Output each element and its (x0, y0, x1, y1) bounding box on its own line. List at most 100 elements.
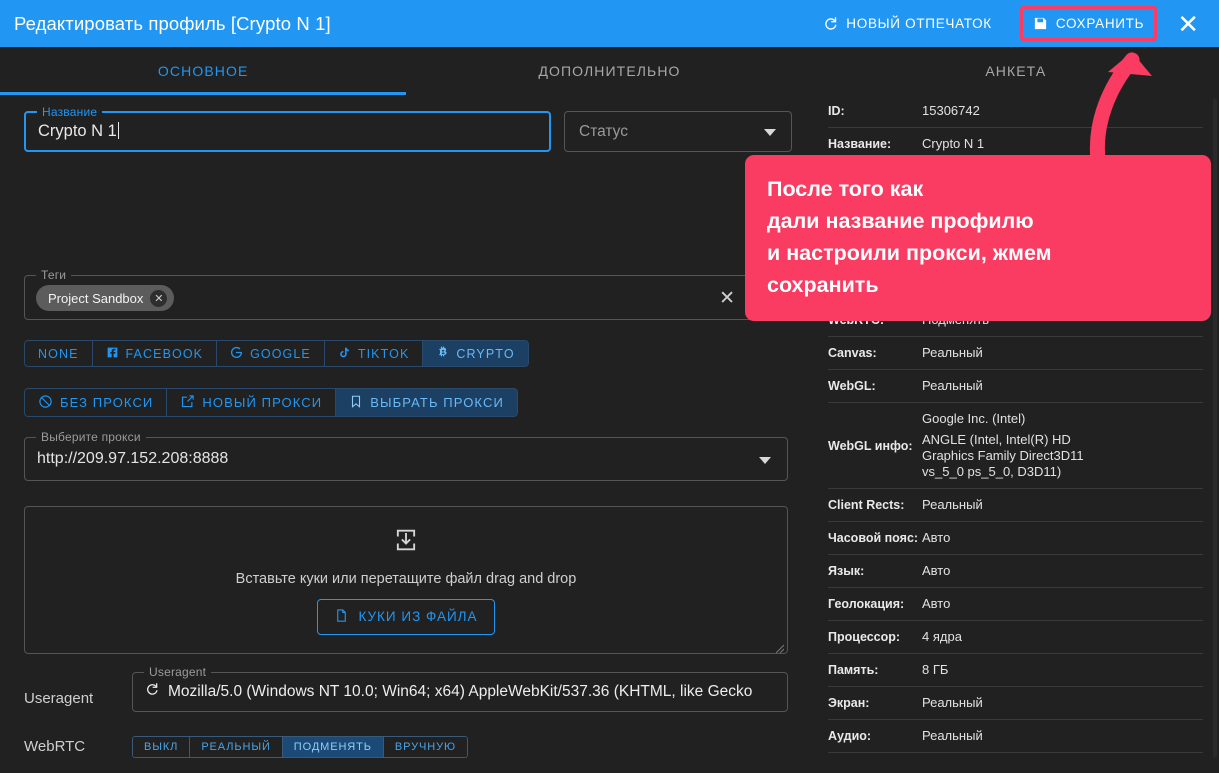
info-row-geolocation: Геолокация: Авто (828, 588, 1203, 621)
platform-option-facebook[interactable]: FACEBOOK (93, 340, 218, 367)
google-icon (230, 346, 243, 362)
useragent-field[interactable]: Useragent Mozilla/5.0 (Windows NT 10.0; … (132, 672, 788, 712)
info-key: Аудио: (828, 728, 922, 744)
no-proxy-icon (38, 394, 53, 412)
proxy-mode-label: НОВЫЙ ПРОКСИ (202, 395, 322, 410)
option-label: ПОДМЕНЯТЬ (294, 741, 372, 753)
info-key: Язык: (828, 563, 922, 579)
new-fingerprint-label: НОВЫЙ ОТПЕЧАТОК (846, 16, 992, 31)
tags-legend: Теги (36, 268, 71, 282)
info-key: Экран: (828, 695, 922, 711)
platform-label: GOOGLE (250, 347, 311, 361)
webrtc-option-off[interactable]: ВЫКЛ (132, 736, 190, 758)
proxy-mode-segmented-control: БЕЗ ПРОКСИ НОВЫЙ ПРОКСИ ВЫБРАТЬ ПРОКСИ (24, 388, 518, 417)
webrtc-option-spoof[interactable]: ПОДМЕНЯТЬ (283, 736, 384, 758)
info-value: Авто (922, 530, 950, 546)
info-row-audio: Аудио: Реальный (828, 720, 1203, 753)
platform-segmented-control: NONE FACEBOOK GOOGLE TI (24, 340, 529, 367)
info-value: Реальный (922, 378, 983, 394)
info-key: Название: (828, 136, 922, 152)
useragent-legend: Useragent (144, 665, 211, 679)
option-label: ВРУЧНУЮ (395, 741, 456, 753)
new-fingerprint-button[interactable]: НОВЫЙ ОТПЕЧАТОК (813, 9, 1002, 38)
platform-option-crypto[interactable]: CRYPTO (423, 340, 528, 367)
download-icon (392, 526, 420, 559)
tag-label: Project Sandbox (48, 291, 143, 306)
vertical-scrollbar[interactable] (1213, 98, 1217, 758)
tab-osnovnoe[interactable]: ОСНОВНОЕ (0, 47, 406, 95)
tab-bar: ОСНОВНОЕ ДОПОЛНИТЕЛЬНО АНКЕТА (0, 47, 1219, 95)
tooltip-line-1: После того как (767, 173, 1189, 205)
tag-chip[interactable]: Project Sandbox ✕ (36, 285, 174, 311)
info-value: Авто (922, 563, 950, 579)
cookie-hint-text: Вставьте куки или перетащите файл drag a… (236, 571, 577, 587)
proxy-select[interactable]: Выберите прокси http://209.97.152.208:88… (24, 437, 788, 481)
proxy-mode-label: БЕЗ ПРОКСИ (60, 395, 153, 410)
info-value: Google Inc. (Intel) ANGLE (Intel, Intel(… (922, 411, 1112, 480)
save-button[interactable]: СОХРАНИТЬ (1023, 9, 1154, 38)
info-row-language: Язык: Авто (828, 555, 1203, 588)
proxy-mode-new[interactable]: НОВЫЙ ПРОКСИ (167, 388, 336, 417)
info-value: Авто (922, 596, 950, 612)
proxy-mode-label: ВЫБРАТЬ ПРОКСИ (370, 395, 504, 410)
info-row-cpu: Процессор: 4 ядра (828, 621, 1203, 654)
cookie-dropzone[interactable]: Вставьте куки или перетащите файл drag a… (24, 506, 788, 654)
annotation-arrow-icon (1080, 38, 1210, 168)
profile-name-field[interactable]: Название Crypto N 1 (24, 111, 551, 152)
close-icon[interactable]: ✕ (1173, 9, 1203, 39)
tab-label: ДОПОЛНИТЕЛЬНО (538, 63, 680, 79)
file-icon (334, 607, 349, 627)
info-row-webgl: WebGL: Реальный (828, 370, 1203, 403)
platform-option-none[interactable]: NONE (24, 340, 93, 367)
tags-field[interactable]: Теги Project Sandbox ✕ ✕ (24, 275, 788, 320)
info-value: Реальный (922, 695, 983, 711)
bookmark-icon (349, 394, 363, 412)
useragent-value-wrap: Mozilla/5.0 (Windows NT 10.0; Win64; x64… (145, 682, 781, 701)
platform-option-google[interactable]: GOOGLE (217, 340, 325, 367)
chevron-down-icon (764, 129, 776, 136)
edit-profile-dialog: Редактировать профиль [Crypto N 1] НОВЫЙ… (0, 0, 1219, 773)
profile-name-input[interactable]: Crypto N 1 (38, 122, 119, 141)
info-value-line2: ANGLE (Intel, Intel(R) HD Graphics Famil… (922, 432, 1112, 480)
tiktok-icon (338, 346, 351, 362)
tab-dopolnitelno[interactable]: ДОПОЛНИТЕЛЬНО (406, 47, 812, 95)
proxy-mode-select[interactable]: ВЫБРАТЬ ПРОКСИ (336, 388, 518, 417)
refresh-icon (823, 16, 838, 31)
info-key: Процессор: (828, 629, 922, 645)
info-value: Реальный (922, 728, 983, 744)
platform-label: CRYPTO (456, 347, 514, 361)
page-title: Редактировать профиль [Crypto N 1] (14, 13, 331, 35)
webrtc-option-real[interactable]: РЕАЛЬНЫЙ (190, 736, 282, 758)
webrtc-option-manual[interactable]: ВРУЧНУЮ (384, 736, 468, 758)
info-value: 8 ГБ (922, 662, 948, 678)
status-select[interactable]: Статус (564, 111, 792, 152)
proxy-select-value: http://209.97.152.208:8888 (37, 450, 228, 468)
info-value: 15306742 (922, 103, 980, 119)
info-row-timezone: Часовой пояс: Авто (828, 522, 1203, 555)
useragent-input[interactable]: Mozilla/5.0 (Windows NT 10.0; Win64; x64… (168, 683, 752, 701)
profile-name-legend: Название (37, 105, 102, 119)
floppy-disk-icon (1033, 16, 1048, 31)
platform-label: NONE (38, 347, 79, 361)
resize-grip-icon[interactable] (774, 640, 784, 650)
tags-clear-icon[interactable]: ✕ (719, 287, 735, 310)
platform-option-tiktok[interactable]: TIKTOK (325, 340, 424, 367)
info-key: ID: (828, 103, 922, 119)
tag-remove-icon[interactable]: ✕ (150, 290, 167, 307)
info-value-line1: Google Inc. (Intel) (922, 411, 1112, 427)
info-value: Реальный (922, 345, 983, 361)
info-key: Canvas: (828, 345, 922, 361)
save-label: СОХРАНИТЬ (1056, 16, 1144, 31)
refresh-icon[interactable] (145, 682, 159, 701)
cookie-from-file-button[interactable]: КУКИ ИЗ ФАЙЛА (317, 599, 494, 635)
info-row-canvas: Canvas: Реальный (828, 337, 1203, 370)
info-row-webgl-info: WebGL инфо: Google Inc. (Intel) ANGLE (I… (828, 403, 1203, 489)
proxy-mode-none[interactable]: БЕЗ ПРОКСИ (24, 388, 167, 417)
info-value: Реальный (922, 497, 983, 513)
chevron-down-icon (759, 457, 771, 464)
info-value: Crypto N 1 (922, 136, 984, 152)
save-button-highlight: СОХРАНИТЬ (1020, 6, 1157, 41)
facebook-icon (106, 346, 119, 362)
tooltip-line-3: и настроили прокси, жмем (767, 237, 1189, 269)
proxy-select-legend: Выберите прокси (36, 430, 146, 444)
